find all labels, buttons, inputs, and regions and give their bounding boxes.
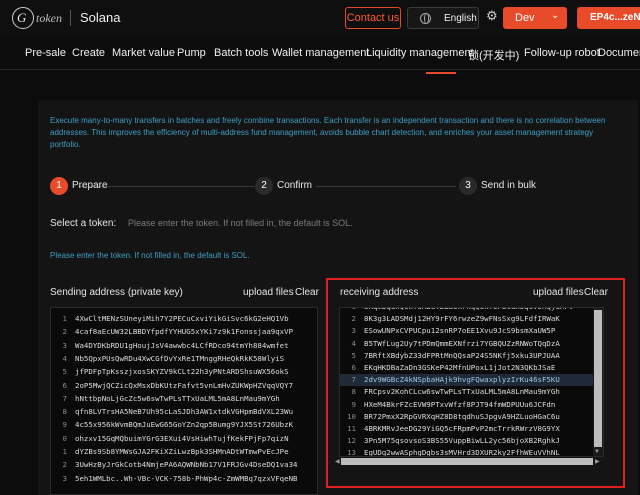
nav-active-indicator xyxy=(426,72,456,74)
editor-line: 8 qfn8LVTrsHA5NeB7Uh95cLaSJDh3AW1xtdkVGHp… xyxy=(51,406,317,418)
editor-line: 5 jfPDFpTpKsszjxosSKYZV9kCLt22h3yPNtARDSh… xyxy=(51,366,317,378)
step-number: 2 xyxy=(255,177,273,195)
gtoken-logo[interactable]: G xyxy=(12,7,34,29)
line-number: 4 xyxy=(62,353,67,363)
sending-clear-button[interactable]: Clear xyxy=(295,287,319,298)
environment-dropdown[interactable]: Dev ⌄ xyxy=(503,7,567,29)
step-label: Confirm xyxy=(277,180,313,191)
chain-name: Solana xyxy=(80,10,121,25)
editor-line: 7 hNttbpNoLjGcZc5w6swTwPLsTTxUaLML5mA8LnM… xyxy=(51,393,317,405)
address-text: dYZBs9Sb8YMWsGJA2FKiXZiLwzBpk3SHMnADtWTm… xyxy=(75,447,289,456)
nav-item-lock[interactable]: 锁(开发中) xyxy=(468,47,519,63)
line-number: 3 xyxy=(62,473,67,483)
brand-divider xyxy=(70,10,71,26)
sending-address-editor[interactable]: 1 4XwCltMENzSUneyiMih7Y2PECuCxviYikGiSvc6… xyxy=(50,307,318,495)
editor-line: 9 4c55x956kWvmBQmJuEwG65GoYZn2qp5Bumg9YJX… xyxy=(51,419,317,431)
line-number: 7 xyxy=(62,393,67,403)
address-text: jfPDFpTpKsszjxosSKYZV9kCLt22h3yPNtARDShs… xyxy=(75,367,289,377)
address-text: 5eh1WMLbc..Wh-VBc-VCK-758b-PhWp4c-ZmWMBq… xyxy=(75,473,298,483)
editor-line: 4 Nb5QpxPUsQwRDu4XwCGfDvYxRe1TMnggRHeQkRk… xyxy=(51,353,317,365)
step-connector xyxy=(316,186,456,187)
address-text: Nb5QpxPUsQwRDu4XwCGfDvYxRe1TMnggRHeQkRkK… xyxy=(75,353,285,363)
step-send-in-bulk: 3 Send in bulk xyxy=(459,176,539,196)
brand-name: token xyxy=(36,11,62,25)
sending-upload-files-button[interactable]: upload files xyxy=(243,287,294,298)
address-text: hNttbpNoLjGcZc5w6swTwPLsTTxUaLML5mA8LnMa… xyxy=(75,393,280,403)
line-number: 0 xyxy=(62,433,67,443)
address-text: qfn8LVTrsHA5NeB7Uh95cLaSJDh3AW1xtdkVGHpm… xyxy=(75,407,294,417)
address-text: 4caf8aEcUW32LBBDYfpdfYYHUG5xYKi7z9k1Fons… xyxy=(75,327,294,337)
nav-item-pre-sale[interactable]: Pre-sale xyxy=(25,47,66,59)
nav-item-document[interactable]: Document xyxy=(598,47,640,59)
step-label: Prepare xyxy=(72,180,108,191)
language-selector[interactable]: English xyxy=(407,7,479,29)
address-text: 2oP5MwjQCZicQxMsxDbKUtzFafvt5vnLmHvZUKWp… xyxy=(75,380,294,390)
nav-item-batch-tools[interactable]: Batch tools xyxy=(214,47,268,59)
line-number: 3 xyxy=(62,340,67,350)
step-label: Send in bulk xyxy=(481,180,537,191)
line-number: 2 xyxy=(62,327,67,337)
sending-address-title: Sending address (private key) xyxy=(50,287,183,298)
line-number: 8 xyxy=(62,407,67,417)
editor-line: 0 ohzxv15GqMQbuimYGrG3EXui4VsHiwhTujfKekF… xyxy=(51,433,317,445)
line-number: 1 xyxy=(62,447,67,456)
contact-us-button[interactable]: Contact us xyxy=(345,7,401,29)
step-number: 1 xyxy=(50,177,68,195)
nav-item-follow-up-robot[interactable]: Follow-up robot xyxy=(524,47,600,59)
wallet-button[interactable]: EP4c...zeNZ xyxy=(577,7,640,29)
tool-description: Execute many-to-many transfers in batche… xyxy=(50,116,606,149)
editor-line: 3 Wa4DYDKbRDU1gHoujJsV4awwbc4LCfRDco94tmY… xyxy=(51,340,317,352)
editor-line: 1 dYZBs9Sb8YMWsGJA2FKiXZiLwzBpk3SHMnADtWT… xyxy=(51,446,317,458)
nav-item-create[interactable]: Create xyxy=(72,47,105,59)
step-number: 3 xyxy=(459,177,477,195)
line-number: 5 xyxy=(62,367,67,377)
top-bar: G token Solana Contact us English ⚙ Dev … xyxy=(0,0,640,36)
nav-item-wallet-management[interactable]: Wallet management xyxy=(272,47,369,59)
line-number: 2 xyxy=(62,460,67,470)
gear-icon[interactable]: ⚙ xyxy=(486,9,498,23)
token-hint: Please enter the token. If not filled in… xyxy=(50,251,250,260)
receiving-panel-highlight-frame xyxy=(326,278,625,488)
step-confirm: 2 Confirm xyxy=(255,176,315,196)
globe-icon xyxy=(420,13,431,24)
editor-line: 1 4XwCltMENzSUneyiMih7Y2PECuCxviYikGiSvc6… xyxy=(51,313,317,325)
language-label: English xyxy=(444,13,477,24)
editor-line: 3 5eh1WMLbc..Wh-VBc-VCK-758b-PhWp4c-ZmWMB… xyxy=(51,473,317,485)
editor-line: 6 2oP5MwjQCZicQxMsxDbKUtzFafvt5vnLmHvZUKW… xyxy=(51,380,317,392)
line-number: 9 xyxy=(62,420,67,430)
main-nav: Pre-sale Create Market value Pump Batch … xyxy=(0,40,640,70)
address-text: ohzxv15GqMQbuimYGrG3EXui4VsHiwhTujfKekFP… xyxy=(75,433,289,443)
nav-item-market-value[interactable]: Market value xyxy=(112,47,175,59)
chevron-down-icon: ⌄ xyxy=(551,10,560,21)
step-prepare: 1 Prepare xyxy=(50,176,110,196)
token-input[interactable] xyxy=(118,211,624,235)
environment-label: Dev xyxy=(515,12,535,24)
address-text: 3UwHzByJrGkCotb4NmjePA6AQWNbNb17V1FRJGv4… xyxy=(75,460,298,470)
nav-item-liquidity-management[interactable]: Liquidity management xyxy=(366,47,474,59)
line-number: 1 xyxy=(62,314,67,323)
token-label: Select a token: xyxy=(50,218,117,229)
address-text: Wa4DYDKbRDU1gHoujJsV4awwbc4LCfRDco94tmYh… xyxy=(75,340,289,350)
address-text: 4c55x956kWvmBQmJuEwG65GoYZn2qp5Bumg9YJX5… xyxy=(75,420,294,430)
editor-line: 2 3UwHzByJrGkCotb4NmjePA6AQWNbNb17V1FRJGv… xyxy=(51,459,317,471)
line-number: 6 xyxy=(62,380,67,390)
nav-item-pump[interactable]: Pump xyxy=(177,47,206,59)
address-text: 4XwCltMENzSUneyiMih7Y2PECuCxviYikGiSvc6k… xyxy=(75,314,289,323)
editor-line: 2 4caf8aEcUW32LBBDYfpdfYYHUG5xYKi7z9k1Fon… xyxy=(51,326,317,338)
